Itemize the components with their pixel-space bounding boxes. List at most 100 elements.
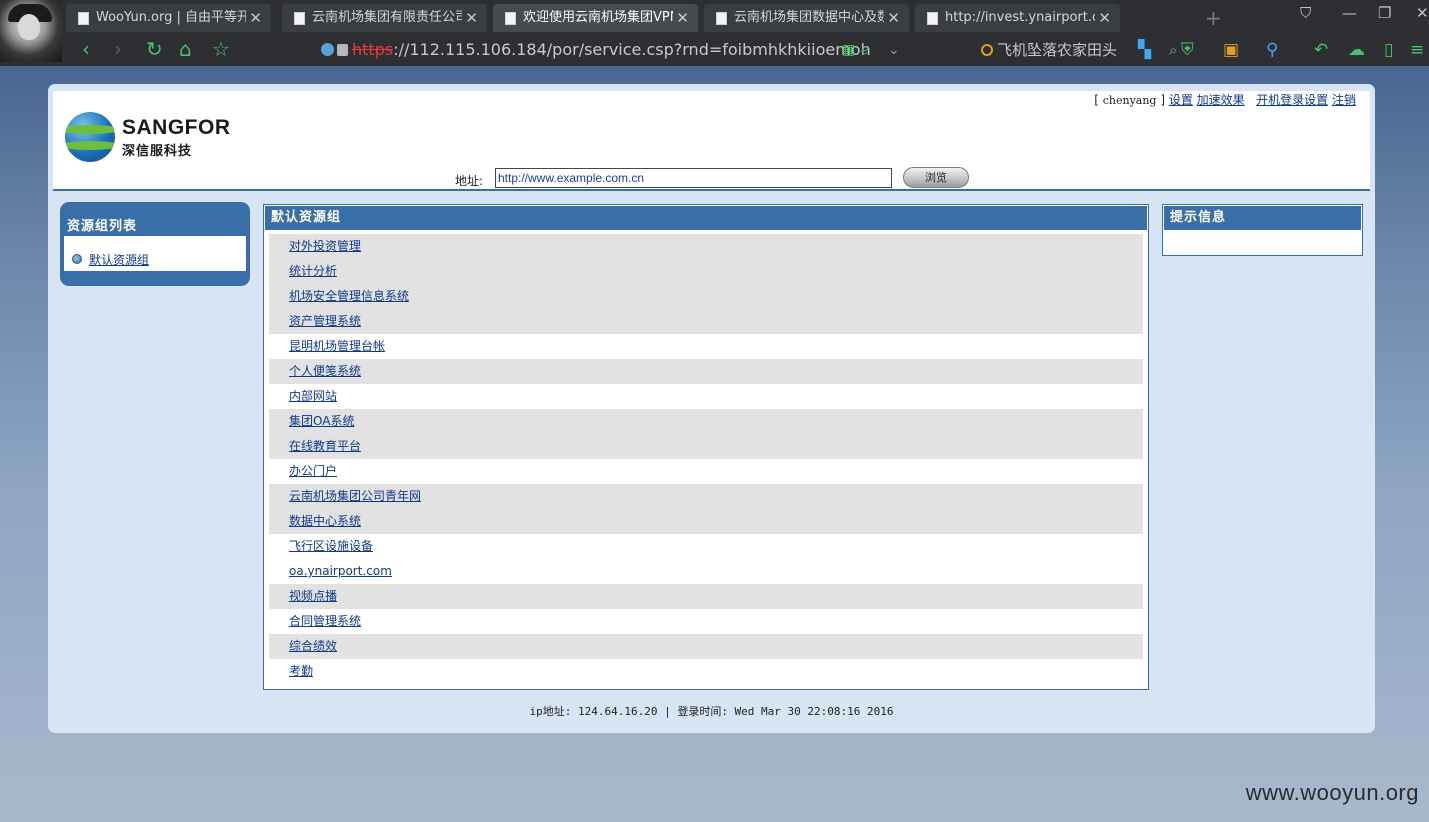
window-close-icon[interactable]: ✕ [1416, 4, 1429, 22]
resource-rows: 对外投资管理 统计分析机场安全管理信息系统 资产管理系统昆明机场管理台帐 个人便笺系统… [269, 234, 1143, 684]
resource-link[interactable]: 云南机场集团公司青年网 [289, 489, 421, 503]
resource-row: 综合绩效 [269, 634, 1143, 659]
logout-link[interactable]: 注销 [1332, 93, 1356, 107]
sidebar-body: 默认资源组 [64, 236, 246, 272]
home-icon[interactable]: ⌂ [179, 37, 192, 61]
tab-strip: WooYun.org | 自由平等开放 ✕ 云南机场集团有限责任公司 ✕ 欢迎使… [66, 0, 1429, 34]
search-engine-icon [981, 44, 993, 56]
menu-hamburger-icon[interactable]: ≡ [1410, 39, 1424, 61]
search-box[interactable]: 飞机坠落农家田头 ⌕ [981, 38, 1191, 62]
resource-row: 云南机场集团公司青年网 [269, 484, 1143, 509]
resource-link[interactable]: 在线教育平台 [289, 439, 361, 453]
resource-row: 数据中心系统 [269, 509, 1143, 534]
user-avatar[interactable] [0, 0, 62, 62]
tab-title: 云南机场集团数据中心及数据 [734, 10, 884, 25]
watermark: www.wooyun.org [1245, 780, 1419, 805]
portal-panel: SANGFOR 深信服科技 [ chenyang ] 设置 加速效果 开机登录设… [48, 84, 1375, 733]
qr-code-icon[interactable]: ▦ [842, 39, 855, 61]
logo-swoosh [65, 141, 115, 150]
reload-icon[interactable]: ↻ [146, 37, 163, 61]
tab-close-icon[interactable]: ✕ [887, 4, 900, 32]
security-shield-icon[interactable]: ⛨ [1181, 39, 1194, 61]
login-info-footer: ip地址: 124.64.16.20 | 登录时间: Wed Mar 30 22… [529, 705, 894, 718]
resource-link[interactable]: 办公门户 [289, 464, 337, 478]
bullet-icon [72, 254, 82, 264]
startup-login-settings-link[interactable]: 开机登录设置 [1256, 93, 1328, 107]
browser-tab-wooyun[interactable]: WooYun.org | 自由平等开放 ✕ [66, 4, 271, 32]
avatar-face-shape [18, 14, 40, 40]
speedup-link[interactable]: 加速效果 [1197, 93, 1245, 107]
ie-mode-icon[interactable]: ℯ [861, 39, 869, 61]
tab-title: 欢迎使用云南机场集团VPN系统 [523, 10, 673, 25]
browser-tab-vpn-active[interactable]: 欢迎使用云南机场集团VPN系统 ✕ [493, 4, 698, 32]
portal-header: SANGFOR 深信服科技 [ chenyang ] 设置 加速效果 开机登录设… [53, 91, 1370, 191]
bookmark-star-icon[interactable]: ☆ [212, 37, 230, 61]
minimize-icon[interactable]: — [1342, 4, 1357, 22]
page-favicon-icon [78, 12, 89, 25]
tab-close-icon[interactable]: ✕ [249, 4, 262, 32]
forward-arrow-icon[interactable]: › [114, 37, 122, 61]
logo-brand-text: SANGFOR [122, 116, 231, 139]
resource-link[interactable]: 考勤 [289, 664, 313, 678]
bracket-close: ] [1160, 93, 1165, 107]
resource-row: 视频点播 [269, 584, 1143, 609]
resource-row: 统计分析 [269, 259, 1143, 284]
chevron-down-icon[interactable]: ⌄ [888, 39, 900, 61]
browser-tab-invest[interactable]: http://invest.ynairport.com ✕ [915, 4, 1120, 32]
settings-link[interactable]: 设置 [1169, 93, 1193, 107]
resource-row: 集团OA系统 [269, 409, 1143, 434]
resource-link[interactable]: 飞行区设施设备 [289, 539, 373, 553]
resource-link[interactable]: 个人便笺系统 [289, 364, 361, 378]
browser-tab-datacenter[interactable]: 云南机场集团数据中心及数据 ✕ [704, 4, 909, 32]
url-input[interactable] [495, 168, 892, 188]
resource-link[interactable]: 数据中心系统 [289, 514, 361, 528]
address-label: 地址: [455, 174, 484, 188]
bracket-open: [ [1094, 93, 1099, 107]
resource-row: 合同管理系统 [269, 609, 1143, 634]
site-info-globe-icon[interactable] [321, 43, 334, 56]
mobile-phone-icon[interactable]: ▯ [1384, 39, 1393, 61]
new-tab-plus-icon[interactable]: + [1205, 6, 1222, 30]
navigation-bar: ‹ › ↻ ⌂ ☆ https://112.115.106.184/por/se… [66, 34, 1429, 66]
skin-shirt-icon[interactable]: ⛉ [1300, 4, 1311, 22]
info-title: 提示信息 [1163, 205, 1362, 231]
resource-row: 个人便笺系统 [269, 359, 1143, 384]
resource-link[interactable]: oa.ynairport.com [289, 564, 392, 578]
resource-link[interactable]: 内部网站 [289, 389, 337, 403]
url-scheme: https [352, 40, 394, 59]
page-favicon-icon [716, 12, 727, 25]
extension-icon[interactable]: ▣ [1223, 39, 1239, 61]
resource-link[interactable]: 对外投资管理 [289, 239, 361, 253]
zoom-tool-icon[interactable]: ⚲ [1266, 39, 1278, 61]
resource-row: 考勤 [269, 659, 1143, 684]
sidebar-item-default-group[interactable]: 默认资源组 [89, 251, 149, 268]
resource-row: 机场安全管理信息系统 [269, 284, 1143, 309]
resource-link[interactable]: 资产管理系统 [289, 314, 361, 328]
resource-link[interactable]: 综合绩效 [289, 639, 337, 653]
browse-button[interactable]: 浏览 [903, 167, 969, 188]
apps-grid-icon[interactable]: ▚ [1138, 39, 1151, 61]
resource-link[interactable]: 统计分析 [289, 264, 337, 278]
resource-link[interactable]: 集团OA系统 [289, 414, 354, 428]
resource-link[interactable]: 视频点播 [289, 589, 337, 603]
resource-row: 在线教育平台 [269, 434, 1143, 459]
tab-close-icon[interactable]: ✕ [465, 4, 478, 32]
resource-link[interactable]: 合同管理系统 [289, 614, 361, 628]
restore-icon[interactable]: ❐ [1378, 4, 1391, 22]
page-favicon-icon [927, 12, 938, 25]
resource-row: oa.ynairport.com [269, 559, 1143, 584]
resource-link[interactable]: 昆明机场管理台帐 [289, 339, 385, 353]
tab-close-icon[interactable]: ✕ [676, 4, 689, 32]
tab-close-icon[interactable]: ✕ [1098, 4, 1111, 32]
resource-row: 内部网站 [269, 384, 1143, 409]
search-icon[interactable]: ⌕ [1169, 38, 1177, 62]
browser-tab-ynairport-company[interactable]: 云南机场集团有限责任公司 ✕ [282, 4, 487, 32]
cloud-sync-icon[interactable]: ☁ [1348, 39, 1365, 61]
browser-chrome: WooYun.org | 自由平等开放 ✕ 云南机场集团有限责任公司 ✕ 欢迎使… [0, 0, 1429, 66]
resource-link[interactable]: 机场安全管理信息系统 [289, 289, 409, 303]
broken-lock-icon[interactable] [337, 44, 348, 56]
resource-row: 办公门户 [269, 459, 1143, 484]
undo-close-icon[interactable]: ↶ [1314, 39, 1328, 61]
resource-row: 昆明机场管理台帐 [269, 334, 1143, 359]
back-arrow-icon[interactable]: ‹ [82, 37, 90, 61]
